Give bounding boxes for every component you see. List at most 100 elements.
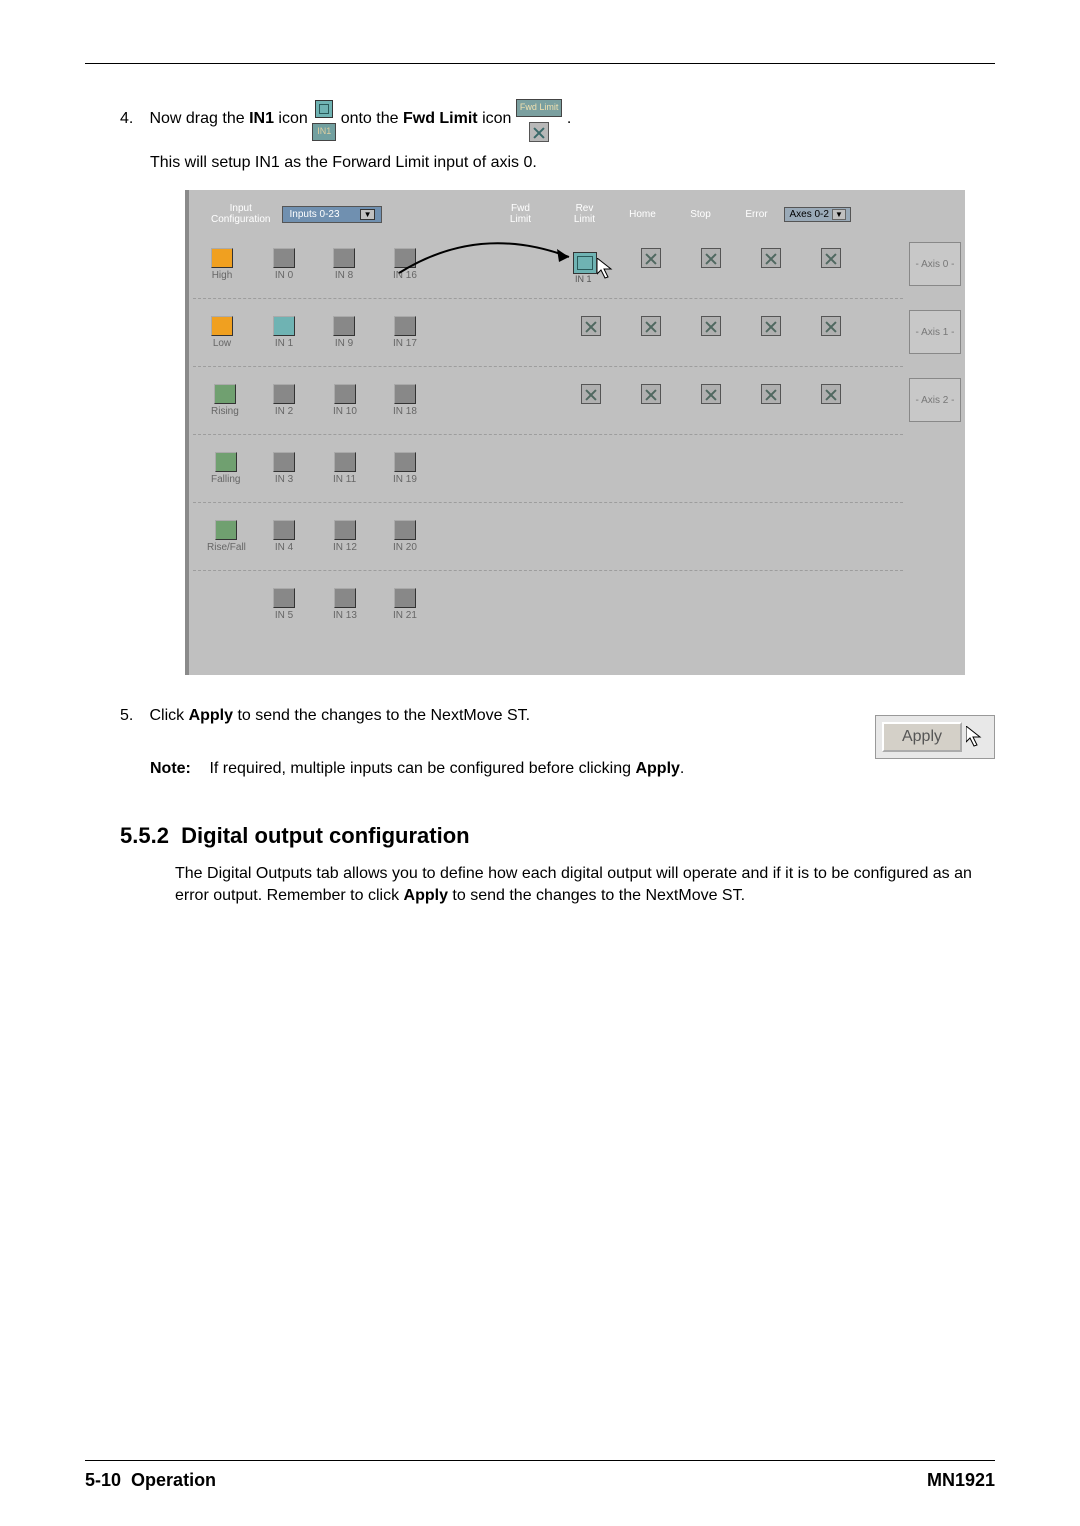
row-falling-label: Falling bbox=[211, 452, 240, 485]
home-slot-axis0[interactable] bbox=[701, 248, 721, 270]
in5-label: IN 5 bbox=[275, 610, 293, 621]
in4-label: IN 4 bbox=[275, 542, 293, 553]
home-slot-axis2[interactable] bbox=[701, 384, 721, 406]
high-icon[interactable] bbox=[211, 248, 233, 268]
cursor-icon bbox=[966, 726, 988, 748]
input-icon bbox=[333, 248, 355, 268]
row-rising-label: Rising bbox=[211, 384, 239, 417]
rising-text: Rising bbox=[211, 406, 239, 417]
input-icon-in1 bbox=[273, 316, 295, 336]
col-fwd-limit: FwdLimit bbox=[502, 203, 538, 225]
step-4-text-1: Now drag the bbox=[149, 110, 249, 127]
axis-1-box[interactable]: - Axis 1 - bbox=[909, 310, 961, 354]
in1-square-icon bbox=[315, 100, 333, 118]
section-body-2: to send the changes to the NextMove ST. bbox=[448, 887, 745, 904]
cell-in9[interactable]: IN 9 bbox=[333, 316, 355, 349]
falling-text: Falling bbox=[211, 474, 240, 485]
step-5-number: 5. bbox=[120, 707, 145, 725]
rev-limit-slot-axis0[interactable] bbox=[641, 248, 661, 270]
axis-0-box[interactable]: - Axis 0 - bbox=[909, 242, 961, 286]
cell-in5[interactable]: IN 5 bbox=[273, 588, 295, 621]
chevron-down-icon: ▼ bbox=[832, 209, 846, 220]
grid-area: High IN 0 IN 8 IN 16 Low IN 1 IN 9 IN 17… bbox=[189, 238, 965, 668]
input-icon bbox=[394, 452, 416, 472]
axis-2-box[interactable]: - Axis 2 - bbox=[909, 378, 961, 422]
empty-slot-icon bbox=[821, 316, 841, 336]
step-4-text-3: onto the bbox=[341, 110, 403, 127]
drag-arrow bbox=[369, 238, 599, 348]
cell-in11[interactable]: IN 11 bbox=[333, 452, 356, 485]
dragged-in1-icon bbox=[573, 252, 597, 274]
rev-limit-slot-axis2[interactable] bbox=[641, 384, 661, 406]
home-slot-axis1[interactable] bbox=[701, 316, 721, 338]
apply-button-screenshot: Apply bbox=[875, 715, 995, 759]
falling-icon[interactable] bbox=[215, 452, 237, 472]
low-text: Low bbox=[213, 338, 231, 349]
in18-label: IN 18 bbox=[393, 406, 417, 417]
rev-limit-slot-axis1[interactable] bbox=[641, 316, 661, 338]
cell-in3[interactable]: IN 3 bbox=[273, 452, 295, 485]
footer: 5-10 Operation MN1921 bbox=[85, 1470, 995, 1491]
in1-label: IN 1 bbox=[275, 338, 293, 349]
empty-slot-icon bbox=[701, 316, 721, 336]
apply-button[interactable]: Apply bbox=[882, 722, 962, 752]
in1-icon-inline: IN1 bbox=[312, 97, 336, 141]
step-4-fwd-bold: Fwd Limit bbox=[403, 110, 478, 127]
risefall-text: Rise/Fall bbox=[207, 542, 246, 553]
empty-slot-icon bbox=[641, 384, 661, 404]
cell-in19[interactable]: IN 19 bbox=[393, 452, 417, 485]
step-5-text-1: Click bbox=[149, 707, 188, 724]
cursor-icon bbox=[597, 258, 619, 280]
cell-in8[interactable]: IN 8 bbox=[333, 248, 355, 281]
axes-dropdown[interactable]: Axes 0-2 ▼ bbox=[784, 207, 850, 222]
cell-in10[interactable]: IN 10 bbox=[333, 384, 357, 417]
error-slot-axis2[interactable] bbox=[821, 384, 841, 406]
col-error: Error bbox=[738, 209, 774, 220]
in20-label: IN 20 bbox=[393, 542, 417, 553]
note-text-1: If required, multiple inputs can be conf… bbox=[209, 760, 635, 777]
row-low-label: Low bbox=[211, 316, 233, 349]
row-sep bbox=[193, 502, 903, 503]
cell-in13[interactable]: IN 13 bbox=[333, 588, 357, 621]
empty-slot-icon bbox=[581, 384, 601, 404]
step-4-text-4: icon bbox=[482, 110, 516, 127]
cell-in20[interactable]: IN 20 bbox=[393, 520, 417, 553]
input-icon bbox=[334, 384, 356, 404]
cell-in0[interactable]: IN 0 bbox=[273, 248, 295, 281]
cell-in18[interactable]: IN 18 bbox=[393, 384, 417, 417]
error-slot-axis1[interactable] bbox=[821, 316, 841, 338]
cell-in21[interactable]: IN 21 bbox=[393, 588, 417, 621]
stop-slot-axis2[interactable] bbox=[761, 384, 781, 406]
risefall-icon[interactable] bbox=[215, 520, 237, 540]
note-period: . bbox=[680, 760, 684, 777]
input-icon bbox=[394, 588, 416, 608]
cell-in2[interactable]: IN 2 bbox=[273, 384, 295, 417]
stop-slot-axis1[interactable] bbox=[761, 316, 781, 338]
input-config-panel: Input Configuration Inputs 0-23 ▼ FwdLim… bbox=[185, 190, 965, 675]
cell-in1[interactable]: IN 1 bbox=[273, 316, 295, 349]
low-icon[interactable] bbox=[211, 316, 233, 336]
rising-icon[interactable] bbox=[214, 384, 236, 404]
error-slot-axis0[interactable] bbox=[821, 248, 841, 270]
row-risefall-label: Rise/Fall bbox=[207, 520, 246, 553]
row-sep bbox=[193, 434, 903, 435]
axes-dropdown-value: Axes 0-2 bbox=[789, 209, 828, 220]
stop-slot-axis0[interactable] bbox=[761, 248, 781, 270]
footer-rule bbox=[85, 1460, 995, 1461]
fwdlimit-icon-inline: Fwd Limit bbox=[516, 94, 563, 144]
inputs-dropdown[interactable]: Inputs 0-23 ▼ bbox=[282, 206, 382, 223]
step-5: 5. Click Apply to send the changes to th… bbox=[120, 707, 995, 725]
hdr-line1: Input bbox=[211, 203, 270, 214]
fwd-limit-slot-axis2[interactable] bbox=[581, 384, 601, 406]
input-icon bbox=[334, 452, 356, 472]
high-text: High bbox=[212, 270, 233, 281]
step-4-in1-bold: IN1 bbox=[249, 110, 274, 127]
section-apply-bold: Apply bbox=[404, 887, 448, 904]
cell-in12[interactable]: IN 12 bbox=[333, 520, 357, 553]
footer-right: MN1921 bbox=[927, 1470, 995, 1491]
input-icon bbox=[334, 520, 356, 540]
step-5-apply-bold: Apply bbox=[189, 707, 233, 724]
cell-in4[interactable]: IN 4 bbox=[273, 520, 295, 553]
input-icon bbox=[394, 520, 416, 540]
in3-label: IN 3 bbox=[275, 474, 293, 485]
